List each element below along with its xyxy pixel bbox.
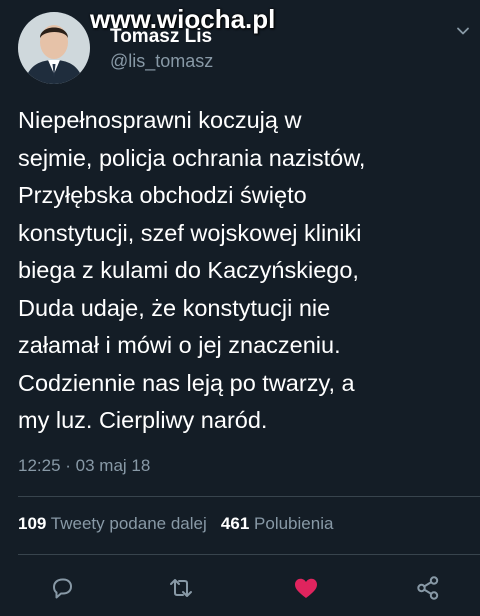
retweets-label: Tweety podane dalej	[50, 514, 207, 533]
avatar-image	[18, 12, 90, 84]
tweet-text-line: biega z kulami do Kaczyńskiego,	[18, 257, 359, 283]
tweet-text-line: Duda udaje, że konstytucji nie	[18, 294, 331, 321]
author-name[interactable]: Tomasz Lis	[110, 26, 212, 48]
tweet-header: www.wiocha.pl Tomasz Lis @lis_tomasz	[0, 0, 480, 100]
heart-icon[interactable]	[292, 574, 320, 602]
tweet-text-line: Przyłębska obchodzi święto	[18, 182, 307, 208]
chevron-down-icon[interactable]	[456, 24, 470, 38]
tweet-text-line: Codziennie nas leją po twarzy, a	[18, 369, 355, 396]
share-icon[interactable]	[414, 574, 442, 602]
reply-icon[interactable]	[48, 574, 76, 602]
tweet-text-line: Niepełnosprawni koczują w	[18, 107, 302, 133]
retweets-stat[interactable]: 109 Tweety podane dalej	[18, 514, 207, 533]
action-bar	[0, 566, 480, 610]
likes-count: 461	[220, 514, 250, 533]
tweet-stats: 109 Tweety podane dalej 461 Polubienia	[18, 514, 333, 534]
likes-stat[interactable]: 461 Polubienia	[221, 514, 334, 533]
likes-label: Polubienia	[254, 514, 334, 533]
retweet-icon[interactable]	[167, 574, 195, 602]
divider	[18, 496, 480, 497]
avatar[interactable]	[18, 12, 90, 84]
divider	[18, 554, 480, 555]
tweet-text-line: konstytucji, szef wojskowej kliniki	[18, 219, 362, 246]
tweet-text: Niepełnosprawni koczują w sejmie, policj…	[18, 102, 468, 440]
retweets-count: 109	[18, 514, 47, 533]
tweet-text-line: my luz. Cierpliwy naród.	[18, 407, 268, 433]
tweet-text-line: załamał i mówi o jej znaczeniu.	[18, 332, 341, 358]
author-handle[interactable]: @lis_tomasz	[110, 51, 213, 72]
tweet-text-line: sejmie, policja ochrania nazistów,	[18, 144, 366, 171]
tweet-timestamp[interactable]: 12:25 · 03 maj 18	[18, 456, 150, 476]
